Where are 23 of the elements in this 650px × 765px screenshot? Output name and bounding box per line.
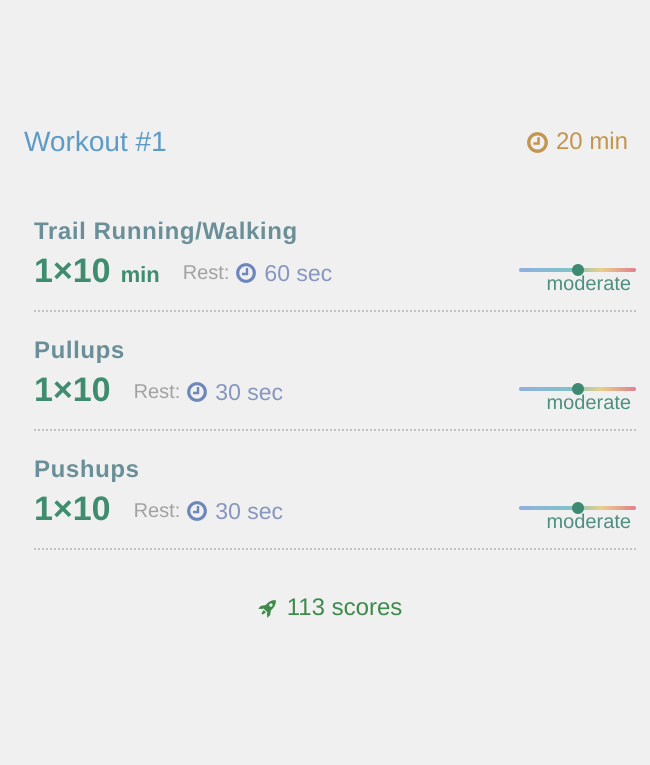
clock-icon (187, 501, 208, 521)
sets-reps: 1×10 (34, 252, 111, 290)
exercise-name: Pullups (34, 337, 125, 365)
rest-label: Rest: (134, 500, 180, 522)
workout-title: Workout #1 (24, 126, 167, 158)
clock-icon (526, 132, 548, 152)
rest-duration: 30 sec (215, 498, 284, 524)
exercise-name: Trail Running/Walking (34, 218, 298, 246)
score-count: 113 scores (286, 593, 402, 623)
sets-reps: 1×10 (34, 490, 111, 528)
rest-duration: 60 sec (264, 260, 332, 286)
sets-unit: min (120, 262, 160, 288)
intensity-label: moderate (546, 395, 631, 411)
sets-reps: 1×10 (34, 371, 111, 409)
rest-duration: 30 sec (215, 378, 284, 406)
exercise-name: Pushups (34, 456, 140, 484)
rest-label: Rest: (182, 262, 230, 284)
workout-duration: 20 min (556, 128, 628, 156)
rest-label: Rest: (134, 380, 180, 404)
clock-icon (236, 263, 256, 283)
intensity-label: moderate (546, 276, 631, 292)
intensity-label: moderate (546, 514, 631, 530)
clock-icon (187, 382, 208, 402)
